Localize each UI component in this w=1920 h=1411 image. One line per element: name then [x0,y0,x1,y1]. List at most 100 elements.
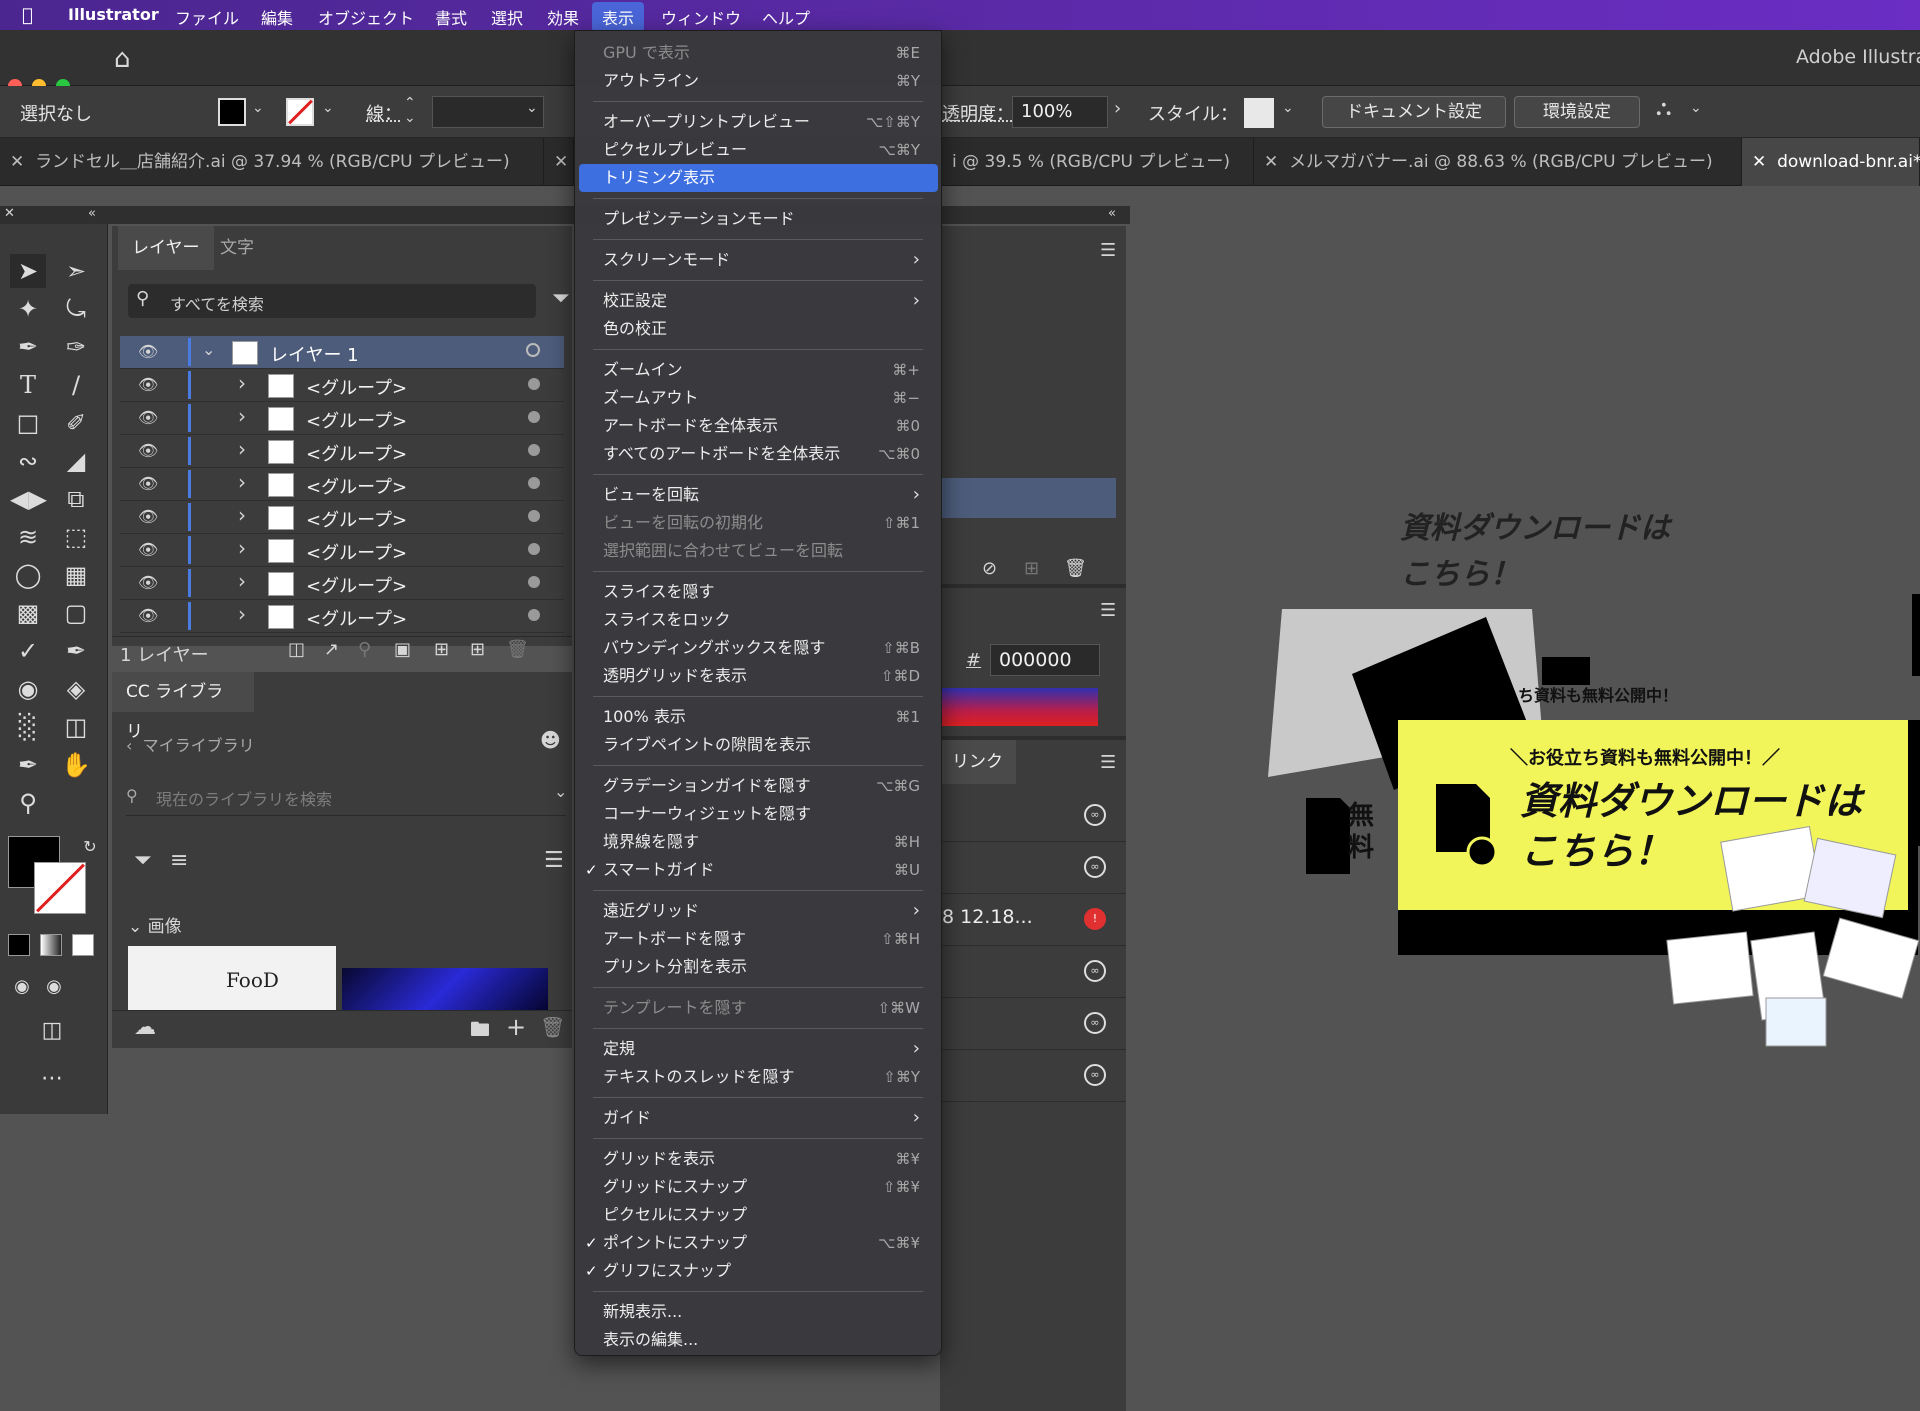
tab-layers[interactable]: レイヤー [118,226,214,270]
gradient-mode-icon[interactable] [40,934,62,956]
layer-row[interactable]: 👁 › <グループ> [120,402,564,435]
tab-hidden[interactable]: ✕ [544,138,574,186]
visibility-eye-icon[interactable]: 👁 [138,507,158,526]
menu-item[interactable]: 透明グリッドを表示 ⇧⌘D [579,662,938,690]
none-mode-icon[interactable] [72,934,94,956]
panel-menu-icon[interactable]: ☰ [1100,600,1116,621]
add-icon[interactable]: + [506,1013,526,1041]
artboard-canvas[interactable]: 資料ダウンロードは こちら！ ち資料も無料公開中！ ＼お役立ち資料も無料公開中！… [1130,206,1920,1411]
artboard-tool-icon[interactable]: ◫ [58,710,94,744]
trash-icon[interactable]: 🗑 [506,639,529,660]
layer-row[interactable]: 👁 › <グループ> [120,468,564,501]
menu-window[interactable]: ウィンドウ [661,5,741,29]
filter-icon[interactable]: ⏷ [552,286,570,311]
chevron-right-icon[interactable]: › [238,569,246,593]
direct-selection-tool-icon[interactable]: ➣ [58,254,94,288]
target-circle-icon[interactable] [528,609,540,621]
menu-help[interactable]: ヘルプ [762,5,810,29]
measure-tool-icon[interactable]: ✒ [58,634,94,668]
draw-normal-icon[interactable]: ◉ [4,970,40,1004]
layer-row[interactable]: 👁 › <グループ> [120,567,564,600]
close-icon[interactable]: ✕ [4,206,15,221]
target-circle-icon[interactable] [528,510,540,522]
menu-effect[interactable]: 効果 [547,5,579,29]
hand-tool-icon[interactable]: ✋ [58,748,94,782]
menu-item[interactable]: ライブペイントの隙間を表示 [579,731,938,759]
close-icon[interactable]: ✕ [1752,152,1777,172]
menu-item[interactable]: アートボードを隠す ⇧⌘H [579,925,938,953]
home-icon[interactable]: ⌂ [114,44,131,74]
document-setup-button[interactable]: ドキュメント設定 [1322,96,1506,128]
opacity-label[interactable]: 透明度： [942,100,1014,126]
menu-item[interactable]: ピクセルにスナップ [579,1201,938,1229]
cloud-icon[interactable]: ☁ [134,1015,156,1040]
folder-icon[interactable]: 🖿 [470,1015,490,1049]
menu-select[interactable]: 選択 [491,5,523,29]
magic-wand-tool-icon[interactable]: ✦ [10,292,46,326]
layer-row[interactable]: 👁 ⌄ レイヤー 1 [120,336,564,369]
new-sublayer-icon[interactable]: ⊞ [434,639,449,660]
free-transform-tool-icon[interactable]: ⬚ [58,520,94,554]
menu-item[interactable]: ✓ グリフにスナップ [579,1257,938,1285]
clipping-mask-icon[interactable]: ▣ [394,639,411,660]
panel-menu-icon[interactable]: ☰ [1100,752,1116,773]
stroke-color-swatch[interactable] [34,862,86,914]
chevron-down-icon[interactable]: ⌄ [202,340,215,359]
trash-icon[interactable]: 🗑 [1064,558,1087,579]
sort-icon[interactable]: ≡ [170,848,188,873]
arrange-icon[interactable]: ⛬ [1656,96,1671,121]
link-row[interactable]: ∞ [940,842,1126,894]
menu-item[interactable]: グリッドにスナップ ⇧⌘¥ [579,1173,938,1201]
menu-item[interactable]: スクリーンモード › [579,246,938,274]
target-circle-icon[interactable] [528,378,540,390]
menu-item[interactable]: グリッドを表示 ⌘¥ [579,1145,938,1173]
curvature-tool-icon[interactable]: ✑ [58,330,94,364]
line-tool-icon[interactable]: ∕ [58,368,94,402]
visibility-eye-icon[interactable]: 👁 [138,474,158,493]
chevron-down-icon[interactable]: ⌄ [322,100,334,116]
rectangle-tool-icon[interactable]: □ [10,406,46,440]
target-circle-icon[interactable] [528,576,540,588]
more-tools-icon[interactable]: ⋯ [34,1062,70,1096]
fill-swatch[interactable] [218,98,246,126]
menu-type[interactable]: 書式 [435,5,467,29]
hex-color-field[interactable]: 000000 [990,644,1100,676]
visibility-eye-icon[interactable]: 👁 [138,540,158,559]
menu-app-name[interactable]: Illustrator [68,5,159,24]
apple-icon[interactable]:  [22,5,33,26]
chevron-down-icon[interactable]: ⌄ [1282,100,1294,116]
menu-view[interactable]: 表示 [592,2,645,32]
shaper-tool-icon[interactable]: ∾ [10,444,46,478]
visibility-eye-icon[interactable]: 👁 [138,606,158,625]
menu-item[interactable]: 100% 表示 ⌘1 [579,703,938,731]
tab-randoseru[interactable]: ✕ ランドセル＿店舗紹介.ai @ 37.94 % (RGB/CPU プレビュー… [0,138,544,186]
new-item-icon[interactable]: ⊞ [1024,558,1039,579]
chevron-right-icon[interactable]: › [238,503,246,527]
type-tool-icon[interactable]: T [10,368,46,402]
chevron-right-icon[interactable]: › [238,470,246,494]
menu-item[interactable]: アウトライン ⌘Y [579,67,938,95]
visibility-eye-icon[interactable]: 👁 [138,375,158,394]
style-swatch[interactable] [1244,98,1274,128]
trash-icon[interactable]: 🗑 [540,1015,565,1039]
no-icon[interactable]: ⊘ [982,558,997,579]
panel-menu-icon[interactable]: ☰ [1100,240,1116,261]
selection-tool-icon[interactable]: ➤ [10,254,46,288]
chevron-right-icon[interactable]: › [238,536,246,560]
chevron-down-icon[interactable]: ⌄ [526,100,538,116]
chevron-down-icon[interactable]: ⌄ [252,100,264,116]
paintbrush-tool-icon[interactable]: ✐ [58,406,94,440]
menu-item[interactable]: トリミング表示 [579,164,938,192]
symbol-sprayer-tool-icon[interactable]: ◈ [58,672,94,706]
link-row[interactable]: 8 12.18... ! [940,894,1126,946]
collaborators-icon[interactable]: ☻ [540,728,561,752]
new-layer-icon[interactable]: ⊞ [470,639,485,660]
visibility-eye-icon[interactable]: 👁 [138,573,158,592]
link-row[interactable]: ∞ [940,998,1126,1050]
menu-item[interactable]: アートボードを全体表示 ⌘0 [579,412,938,440]
tab-cc-libraries[interactable]: CC ライブラリ [112,672,254,742]
draw-behind-icon[interactable]: ◉ [36,970,72,1004]
library-image-thumbnail[interactable]: FooD [128,946,336,1010]
menu-item[interactable]: オーバープリントプレビュー ⌥⇧⌘Y [579,108,938,136]
menu-item[interactable]: 色の校正 [579,315,938,343]
